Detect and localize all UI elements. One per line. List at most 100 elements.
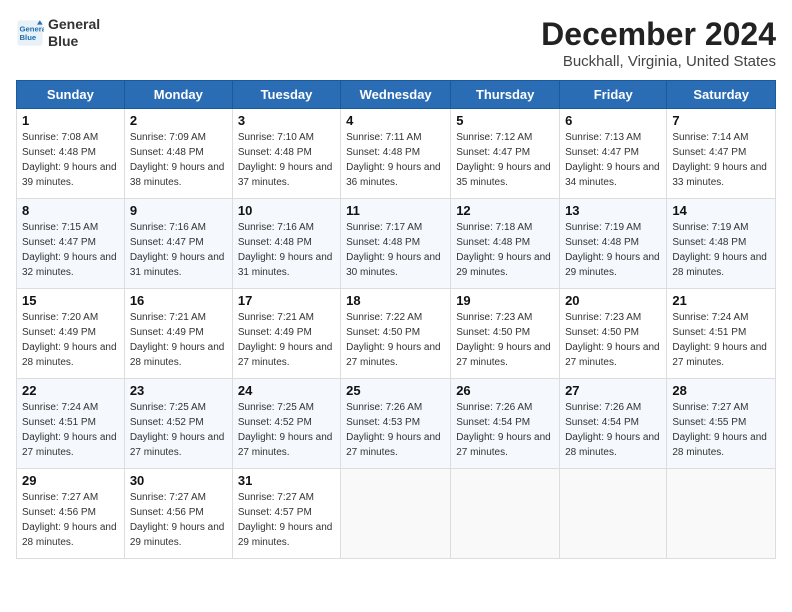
day-info: Sunrise: 7:16 AMSunset: 4:47 PMDaylight:… <box>130 220 227 280</box>
day-info: Sunrise: 7:27 AMSunset: 4:56 PMDaylight:… <box>130 490 227 550</box>
calendar-week-row: 29Sunrise: 7:27 AMSunset: 4:56 PMDayligh… <box>17 469 776 559</box>
calendar-cell: 11 Sunrise: 7:17 AMSunset: 4:48 PMDayligh… <box>341 199 451 289</box>
calendar-cell: 28 Sunrise: 7:27 AMSunset: 4:55 PMDayligh… <box>667 379 776 469</box>
day-info: Sunrise: 7:21 AMSunset: 4:49 PMDaylight:… <box>130 310 227 370</box>
calendar-cell: 14 Sunrise: 7:19 AMSunset: 4:48 PMDayligh… <box>667 199 776 289</box>
calendar-cell: 4 Sunrise: 7:11 AMSunset: 4:48 PMDaylight… <box>341 109 451 199</box>
calendar-cell <box>560 469 667 559</box>
calendar-cell: 13Sunrise: 7:19 AMSunset: 4:48 PMDayligh… <box>560 199 667 289</box>
day-info: Sunrise: 7:08 AMSunset: 4:48 PMDaylight:… <box>22 130 119 190</box>
day-info: Sunrise: 7:25 AMSunset: 4:52 PMDaylight:… <box>238 400 335 460</box>
day-number: 27 <box>565 383 661 398</box>
day-number: 8 <box>22 203 119 218</box>
day-info: Sunrise: 7:19 AMSunset: 4:48 PMDaylight:… <box>672 220 770 280</box>
day-info: Sunrise: 7:15 AMSunset: 4:47 PMDaylight:… <box>22 220 119 280</box>
day-info: Sunrise: 7:22 AMSunset: 4:50 PMDaylight:… <box>346 310 445 370</box>
day-number: 21 <box>672 293 770 308</box>
calendar-cell: 20 Sunrise: 7:23 AMSunset: 4:50 PMDayligh… <box>560 289 667 379</box>
calendar-cell: 16Sunrise: 7:21 AMSunset: 4:49 PMDayligh… <box>124 289 232 379</box>
calendar-cell: 25 Sunrise: 7:26 AMSunset: 4:53 PMDayligh… <box>341 379 451 469</box>
day-number: 14 <box>672 203 770 218</box>
day-number: 13 <box>565 203 661 218</box>
location: Buckhall, Virginia, United States <box>541 53 776 70</box>
calendar-table: SundayMondayTuesdayWednesdayThursdayFrid… <box>16 80 776 559</box>
page-header: General Blue General Blue December 2024 … <box>16 16 776 70</box>
calendar-cell: 8 Sunrise: 7:15 AMSunset: 4:47 PMDaylight… <box>17 199 125 289</box>
day-info: Sunrise: 7:16 AMSunset: 4:48 PMDaylight:… <box>238 220 335 280</box>
calendar-week-row: 15 Sunrise: 7:20 AMSunset: 4:49 PMDayligh… <box>17 289 776 379</box>
day-number: 30 <box>130 473 227 488</box>
day-number: 15 <box>22 293 119 308</box>
day-info: Sunrise: 7:14 AMSunset: 4:47 PMDaylight:… <box>672 130 770 190</box>
day-of-week-header: Tuesday <box>232 81 340 109</box>
day-of-week-header: Sunday <box>17 81 125 109</box>
day-number: 31 <box>238 473 335 488</box>
day-info: Sunrise: 7:27 AMSunset: 4:56 PMDaylight:… <box>22 490 119 550</box>
calendar-cell: 5 Sunrise: 7:12 AMSunset: 4:47 PMDaylight… <box>451 109 560 199</box>
day-info: Sunrise: 7:23 AMSunset: 4:50 PMDaylight:… <box>456 310 554 370</box>
calendar-cell: 17Sunrise: 7:21 AMSunset: 4:49 PMDayligh… <box>232 289 340 379</box>
day-number: 2 <box>130 113 227 128</box>
day-number: 12 <box>456 203 554 218</box>
month-title: December 2024 <box>541 16 776 53</box>
day-info: Sunrise: 7:26 AMSunset: 4:54 PMDaylight:… <box>565 400 661 460</box>
day-of-week-header: Wednesday <box>341 81 451 109</box>
day-of-week-header: Friday <box>560 81 667 109</box>
calendar-cell: 30 Sunrise: 7:27 AMSunset: 4:56 PMDayligh… <box>124 469 232 559</box>
day-info: Sunrise: 7:23 AMSunset: 4:50 PMDaylight:… <box>565 310 661 370</box>
day-number: 5 <box>456 113 554 128</box>
calendar-cell: 23 Sunrise: 7:25 AMSunset: 4:52 PMDayligh… <box>124 379 232 469</box>
day-info: Sunrise: 7:11 AMSunset: 4:48 PMDaylight:… <box>346 130 445 190</box>
calendar-cell: 29Sunrise: 7:27 AMSunset: 4:56 PMDayligh… <box>17 469 125 559</box>
calendar-cell <box>341 469 451 559</box>
calendar-cell: 19 Sunrise: 7:23 AMSunset: 4:50 PMDayligh… <box>451 289 560 379</box>
calendar-body: 1Sunrise: 7:08 AMSunset: 4:48 PMDaylight… <box>17 109 776 559</box>
day-number: 17 <box>238 293 335 308</box>
day-of-week-header: Saturday <box>667 81 776 109</box>
day-of-week-header: Thursday <box>451 81 560 109</box>
day-of-week-header: Monday <box>124 81 232 109</box>
title-block: December 2024 Buckhall, Virginia, United… <box>541 16 776 70</box>
calendar-week-row: 22 Sunrise: 7:24 AMSunset: 4:51 PMDayligh… <box>17 379 776 469</box>
day-number: 26 <box>456 383 554 398</box>
day-number: 11 <box>346 203 445 218</box>
calendar-cell: 27 Sunrise: 7:26 AMSunset: 4:54 PMDayligh… <box>560 379 667 469</box>
day-info: Sunrise: 7:18 AMSunset: 4:48 PMDaylight:… <box>456 220 554 280</box>
day-number: 25 <box>346 383 445 398</box>
calendar-week-row: 1Sunrise: 7:08 AMSunset: 4:48 PMDaylight… <box>17 109 776 199</box>
logo-text: General Blue <box>48 16 100 50</box>
day-number: 28 <box>672 383 770 398</box>
svg-text:Blue: Blue <box>20 33 37 42</box>
day-number: 9 <box>130 203 227 218</box>
logo: General Blue General Blue <box>16 16 100 50</box>
calendar-header-row: SundayMondayTuesdayWednesdayThursdayFrid… <box>17 81 776 109</box>
day-number: 23 <box>130 383 227 398</box>
calendar-cell: 9 Sunrise: 7:16 AMSunset: 4:47 PMDaylight… <box>124 199 232 289</box>
day-info: Sunrise: 7:09 AMSunset: 4:48 PMDaylight:… <box>130 130 227 190</box>
calendar-cell: 21 Sunrise: 7:24 AMSunset: 4:51 PMDayligh… <box>667 289 776 379</box>
day-info: Sunrise: 7:24 AMSunset: 4:51 PMDaylight:… <box>22 400 119 460</box>
calendar-cell: 6Sunrise: 7:13 AMSunset: 4:47 PMDaylight… <box>560 109 667 199</box>
calendar-cell: 3 Sunrise: 7:10 AMSunset: 4:48 PMDaylight… <box>232 109 340 199</box>
day-info: Sunrise: 7:20 AMSunset: 4:49 PMDaylight:… <box>22 310 119 370</box>
day-info: Sunrise: 7:27 AMSunset: 4:55 PMDaylight:… <box>672 400 770 460</box>
calendar-cell: 10Sunrise: 7:16 AMSunset: 4:48 PMDayligh… <box>232 199 340 289</box>
day-info: Sunrise: 7:26 AMSunset: 4:53 PMDaylight:… <box>346 400 445 460</box>
day-info: Sunrise: 7:13 AMSunset: 4:47 PMDaylight:… <box>565 130 661 190</box>
day-number: 4 <box>346 113 445 128</box>
day-number: 19 <box>456 293 554 308</box>
day-info: Sunrise: 7:25 AMSunset: 4:52 PMDaylight:… <box>130 400 227 460</box>
calendar-week-row: 8 Sunrise: 7:15 AMSunset: 4:47 PMDaylight… <box>17 199 776 289</box>
day-number: 20 <box>565 293 661 308</box>
day-number: 3 <box>238 113 335 128</box>
day-info: Sunrise: 7:24 AMSunset: 4:51 PMDaylight:… <box>672 310 770 370</box>
day-number: 22 <box>22 383 119 398</box>
calendar-cell: 1Sunrise: 7:08 AMSunset: 4:48 PMDaylight… <box>17 109 125 199</box>
day-info: Sunrise: 7:10 AMSunset: 4:48 PMDaylight:… <box>238 130 335 190</box>
calendar-cell: 12 Sunrise: 7:18 AMSunset: 4:48 PMDayligh… <box>451 199 560 289</box>
day-info: Sunrise: 7:17 AMSunset: 4:48 PMDaylight:… <box>346 220 445 280</box>
calendar-cell: 15 Sunrise: 7:20 AMSunset: 4:49 PMDayligh… <box>17 289 125 379</box>
day-info: Sunrise: 7:12 AMSunset: 4:47 PMDaylight:… <box>456 130 554 190</box>
day-number: 24 <box>238 383 335 398</box>
calendar-cell <box>451 469 560 559</box>
